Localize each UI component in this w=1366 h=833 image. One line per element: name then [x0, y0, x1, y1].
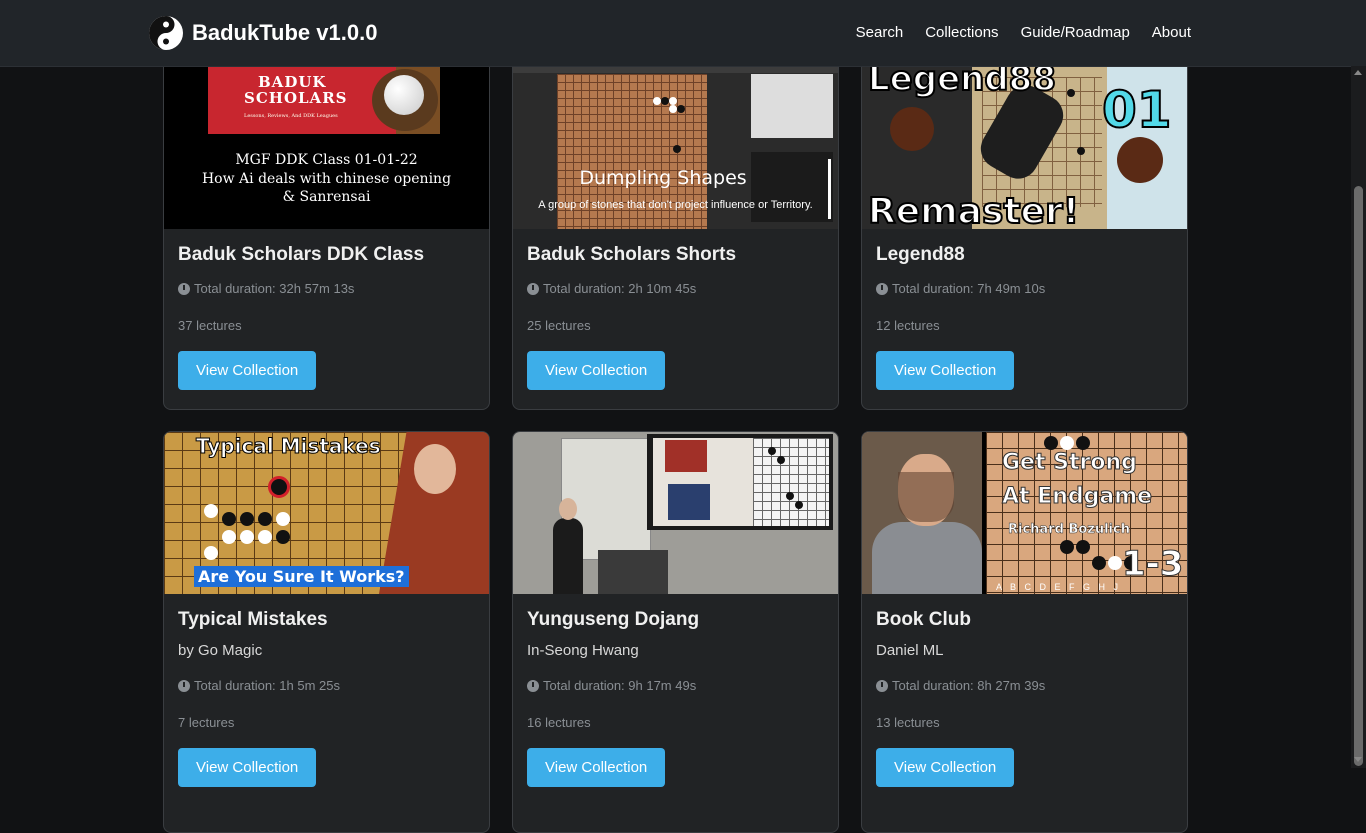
collection-card: Yunguseng Dojang In-Seong Hwang Total du… — [512, 431, 839, 833]
clock-icon — [527, 679, 539, 692]
thumbnail-caption: A group of stones that don't project inf… — [538, 199, 813, 211]
thumbnail-author-text: Richard Bozulich — [1008, 522, 1130, 538]
collection-author: Daniel ML — [876, 642, 944, 659]
nav-about[interactable]: About — [1152, 24, 1191, 41]
duration-meta: Total duration: 9h 17m 49s — [527, 678, 824, 693]
thumbnail-caption: How Ai deals with chinese opening — [201, 171, 452, 187]
lecture-count: 25 lectures — [527, 318, 591, 333]
collection-title: Baduk Scholars Shorts — [527, 244, 737, 265]
thumbnail-caption: Dumpling Shapes — [579, 167, 747, 189]
collection-thumbnail[interactable]: Typical Mistakes Are You Sure It Works? — [164, 432, 489, 594]
thumbnail-caption: & Sanrensai — [282, 189, 371, 205]
collection-title: Book Club — [876, 609, 971, 630]
collection-card: Dumpling Shapes A group of stones that d… — [512, 45, 839, 410]
collection-title: Legend88 — [876, 244, 965, 265]
thumbnail-bottom-text: Remaster! — [867, 190, 1080, 229]
baduktube-logo-icon — [149, 16, 183, 50]
lecture-count: 16 lectures — [527, 715, 591, 730]
duration-meta: Total duration: 32h 57m 13s — [178, 281, 475, 296]
collection-card: Typical Mistakes Are You Sure It Works? … — [163, 431, 490, 833]
thumbnail-banner-line2: SCHOLARS — [244, 89, 348, 107]
scroll-up-arrow-icon[interactable] — [1354, 70, 1362, 75]
lecture-count: 7 lectures — [178, 715, 235, 730]
collection-title: Baduk Scholars DDK Class — [178, 244, 425, 265]
lecture-count: 12 lectures — [876, 318, 940, 333]
nav-guide-roadmap[interactable]: Guide/Roadmap — [1021, 24, 1130, 41]
collection-thumbnail[interactable]: Legend88 01 Remaster! — [862, 67, 1187, 229]
app-title: BadukTube v1.0.0 — [192, 20, 378, 45]
duration-text: Total duration: 8h 27m 39s — [892, 678, 1046, 693]
thumbnail-caption: MGF DDK Class 01-01-22 — [235, 152, 418, 168]
scroll-down-arrow-icon[interactable] — [1354, 757, 1362, 762]
collection-thumbnail[interactable]: BADUK SCHOLARS Lessons, Reviews, And DDK… — [164, 67, 489, 229]
nav-menu: Search Collections Guide/Roadmap About — [856, 24, 1191, 41]
thumbnail-top-text: Typical Mistakes — [196, 434, 382, 459]
collection-card: Legend88 01 Remaster! Legend88 Total dur… — [861, 45, 1188, 410]
collection-thumbnail[interactable] — [513, 432, 838, 594]
collection-card: BADUK SCHOLARS Lessons, Reviews, And DDK… — [163, 45, 490, 410]
duration-meta: Total duration: 8h 27m 39s — [876, 678, 1173, 693]
thumbnail-banner-sub: Lessons, Reviews, And DDK Leagues — [244, 113, 338, 119]
brand-link[interactable]: BadukTube v1.0.0 — [148, 15, 377, 51]
nav-collections[interactable]: Collections — [925, 24, 998, 41]
thumbnail-number: 01 — [1101, 80, 1173, 140]
scrollbar-thumb[interactable] — [1354, 186, 1363, 766]
thumbnail-title-line1: Get Strong — [1002, 450, 1138, 476]
collection-title: Yunguseng Dojang — [527, 609, 700, 630]
thumbnail-volume-text: 1-3 — [1121, 544, 1184, 585]
collection-author: by Go Magic — [178, 642, 263, 659]
view-collection-button[interactable]: View Collection — [178, 351, 317, 390]
duration-text: Total duration: 1h 5m 25s — [194, 678, 340, 693]
lecture-count: 13 lectures — [876, 715, 940, 730]
thumbnail-top-text: Legend88 — [867, 67, 1057, 100]
duration-meta: Total duration: 1h 5m 25s — [178, 678, 475, 693]
thumbnail-bottom-text: Are You Sure It Works? — [194, 566, 409, 587]
top-navbar: BadukTube v1.0.0 Search Collections Guid… — [0, 0, 1366, 67]
collection-title: Typical Mistakes — [178, 609, 328, 630]
view-collection-button[interactable]: View Collection — [876, 351, 1015, 390]
collections-grid: BADUK SCHOLARS Lessons, Reviews, And DDK… — [0, 0, 1351, 833]
duration-text: Total duration: 7h 49m 10s — [892, 281, 1046, 296]
collection-card: Get Strong At Endgame Richard Bozulich 1… — [861, 431, 1188, 833]
thumbnail-board-letters: A B C D E F G H J — [996, 582, 1122, 592]
clock-icon — [178, 679, 190, 692]
duration-text: Total duration: 32h 57m 13s — [194, 281, 355, 296]
page-scrollbar[interactable] — [1351, 66, 1366, 768]
duration-meta: Total duration: 2h 10m 45s — [527, 281, 824, 296]
clock-icon — [876, 282, 888, 295]
thumbnail-title-line2: At Endgame — [1001, 484, 1153, 510]
clock-icon — [876, 679, 888, 692]
duration-text: Total duration: 9h 17m 49s — [543, 678, 697, 693]
duration-meta: Total duration: 7h 49m 10s — [876, 281, 1173, 296]
duration-text: Total duration: 2h 10m 45s — [543, 281, 697, 296]
collection-author: In-Seong Hwang — [527, 642, 639, 659]
lecture-count: 37 lectures — [178, 318, 242, 333]
collection-thumbnail[interactable]: Get Strong At Endgame Richard Bozulich 1… — [862, 432, 1187, 594]
collection-thumbnail[interactable]: Dumpling Shapes A group of stones that d… — [513, 67, 838, 229]
nav-search[interactable]: Search — [856, 24, 904, 41]
view-collection-button[interactable]: View Collection — [527, 351, 666, 390]
clock-icon — [527, 282, 539, 295]
clock-icon — [178, 282, 190, 295]
